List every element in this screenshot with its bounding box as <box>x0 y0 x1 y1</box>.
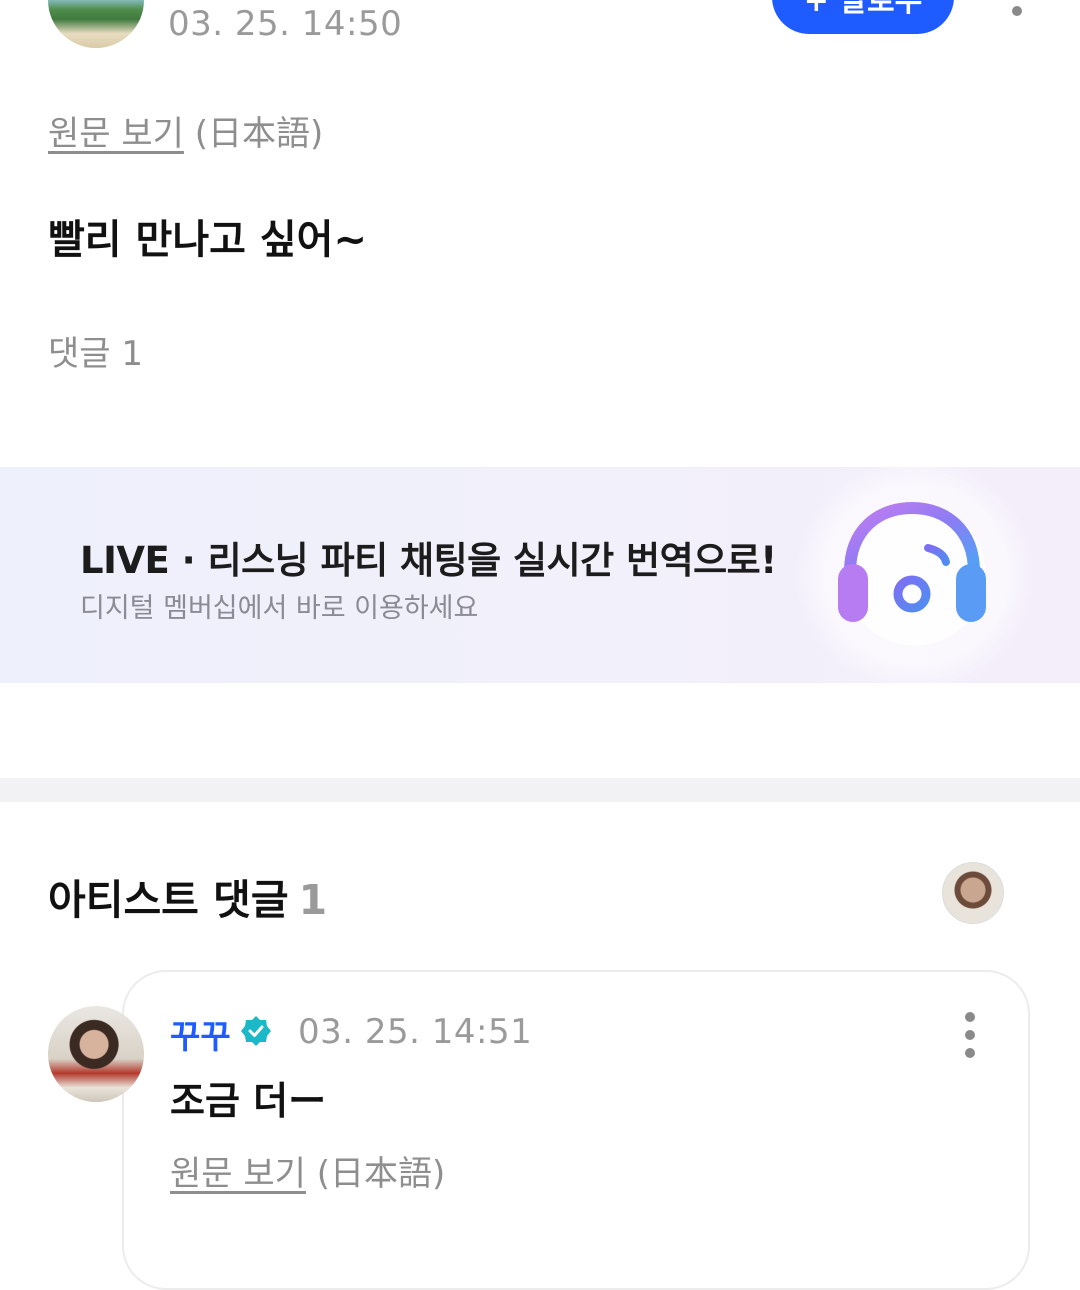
artist-comments-count: 1 <box>298 876 328 924</box>
comment-body: 조금 더ー <box>170 1079 327 1123</box>
comment-view-original-label: 원문 보기 <box>170 1154 306 1194</box>
artist-mini-avatar[interactable] <box>942 862 1004 924</box>
verified-badge-icon <box>241 1016 271 1046</box>
comments-count[interactable]: 댓글 1 <box>48 326 143 375</box>
commenter-name[interactable]: 꾸꾸 <box>170 1010 231 1058</box>
commenter-avatar[interactable] <box>48 1006 144 1102</box>
artist-comments-title: 아티스트 댓글 1 <box>48 866 327 926</box>
artist-comments-label: 아티스트 댓글 <box>48 876 289 924</box>
comment-view-original-link[interactable]: 원문 보기 (日本語) <box>170 1146 445 1195</box>
author-avatar[interactable] <box>48 0 144 48</box>
comment-original-language: (日本語) <box>316 1154 446 1194</box>
view-original-label: 원문 보기 <box>48 114 184 154</box>
section-divider <box>0 778 1080 802</box>
follow-button[interactable]: + 팔로우 <box>772 0 954 34</box>
comment-more-icon[interactable] <box>964 1012 976 1066</box>
view-original-link[interactable]: 원문 보기 (日本語) <box>48 106 323 155</box>
banner-title: LIVE · 리스닝 파티 채팅을 실시간 번역으로! <box>80 539 777 582</box>
post-body: 빨리 만나고 싶어~ <box>48 217 367 263</box>
original-language: (日本語) <box>194 114 324 154</box>
comment-timestamp: 03. 25. 14:51 <box>298 1012 533 1052</box>
headphones-music-icon <box>838 501 986 622</box>
banner-subtitle: 디지털 멤버십에서 바로 이용하세요 <box>80 593 479 624</box>
post-more-icon[interactable] <box>1011 0 1023 24</box>
post-timestamp: 03. 25. 14:50 <box>168 4 403 44</box>
